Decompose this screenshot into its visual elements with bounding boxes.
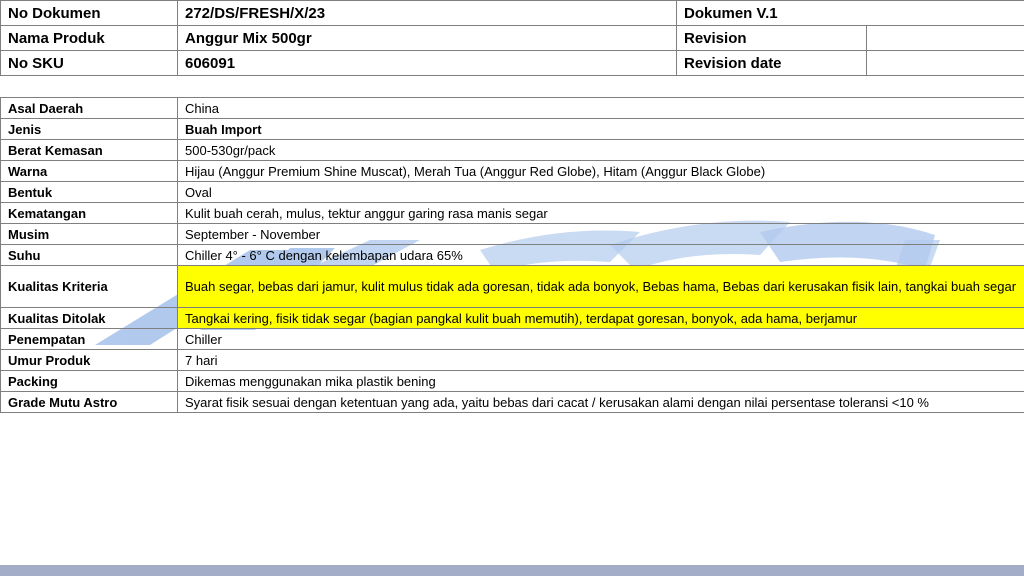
spec-label: Packing bbox=[0, 370, 178, 392]
sku-value: 606091 bbox=[177, 50, 677, 76]
spec-label: Suhu bbox=[0, 244, 178, 266]
header-row-sku: No SKU 606091 Revision date bbox=[0, 50, 1024, 76]
spec-row-weight: Berat Kemasan 500-530gr/pack bbox=[0, 139, 1024, 161]
spec-row-ripeness: Kematangan Kulit buah cerah, mulus, tekt… bbox=[0, 202, 1024, 224]
spec-value: September - November bbox=[177, 223, 1024, 245]
spec-value: Chiller bbox=[177, 328, 1024, 350]
spec-row-shape: Bentuk Oval bbox=[0, 181, 1024, 203]
spec-row-placement: Penempatan Chiller bbox=[0, 328, 1024, 350]
spec-label: Penempatan bbox=[0, 328, 178, 350]
doc-version: Dokumen V.1 bbox=[676, 0, 1024, 26]
spec-row-quality-grade: Grade Mutu Astro Syarat fisik sesuai den… bbox=[0, 391, 1024, 413]
revision-label: Revision bbox=[676, 25, 867, 51]
spec-label: Berat Kemasan bbox=[0, 139, 178, 161]
spec-row-quality-rejected: Kualitas Ditolak Tangkai kering, fisik t… bbox=[0, 307, 1024, 329]
spec-row-color: Warna Hijau (Anggur Premium Shine Muscat… bbox=[0, 160, 1024, 182]
footer-bar bbox=[0, 565, 1024, 576]
revision-date-value bbox=[866, 50, 1024, 76]
spec-label: Kualitas Ditolak bbox=[0, 307, 178, 329]
spec-label: Grade Mutu Astro bbox=[0, 391, 178, 413]
spec-value: 500-530gr/pack bbox=[177, 139, 1024, 161]
revision-value bbox=[866, 25, 1024, 51]
spec-value: China bbox=[177, 97, 1024, 119]
spec-row-shelf-life: Umur Produk 7 hari bbox=[0, 349, 1024, 371]
spec-row-quality-criteria: Kualitas Kriteria Buah segar, bebas dari… bbox=[0, 265, 1024, 308]
spec-value: Hijau (Anggur Premium Shine Muscat), Mer… bbox=[177, 160, 1024, 182]
spec-label: Warna bbox=[0, 160, 178, 182]
spec-row-type: Jenis Buah Import bbox=[0, 118, 1024, 140]
revision-date-label: Revision date bbox=[676, 50, 867, 76]
spec-row-temperature: Suhu Chiller 4° - 6° C dengan kelembapan… bbox=[0, 244, 1024, 266]
spec-value: Chiller 4° - 6° C dengan kelembapan udar… bbox=[177, 244, 1024, 266]
spec-label: Umur Produk bbox=[0, 349, 178, 371]
spec-label: Kematangan bbox=[0, 202, 178, 224]
document-header-table: No Dokumen 272/DS/FRESH/X/23 Dokumen V.1… bbox=[0, 0, 1024, 76]
spec-label: Bentuk bbox=[0, 181, 178, 203]
header-row-document: No Dokumen 272/DS/FRESH/X/23 Dokumen V.1 bbox=[0, 0, 1024, 26]
spec-label: Musim bbox=[0, 223, 178, 245]
spec-value: Oval bbox=[177, 181, 1024, 203]
sku-label: No SKU bbox=[0, 50, 178, 76]
spec-row-origin: Asal Daerah China bbox=[0, 97, 1024, 119]
spec-value: Buah Import bbox=[177, 118, 1024, 140]
spec-value-highlighted: Tangkai kering, fisik tidak segar (bagia… bbox=[177, 307, 1024, 329]
spec-label: Asal Daerah bbox=[0, 97, 178, 119]
doc-no-value: 272/DS/FRESH/X/23 bbox=[177, 0, 677, 26]
spec-value: Dikemas menggunakan mika plastik bening bbox=[177, 370, 1024, 392]
product-label: Nama Produk bbox=[0, 25, 178, 51]
spec-value: Syarat fisik sesuai dengan ketentuan yan… bbox=[177, 391, 1024, 413]
doc-no-label: No Dokumen bbox=[0, 0, 178, 26]
spec-row-season: Musim September - November bbox=[0, 223, 1024, 245]
spec-label: Jenis bbox=[0, 118, 178, 140]
spec-row-packing: Packing Dikemas menggunakan mika plastik… bbox=[0, 370, 1024, 392]
spec-value-highlighted: Buah segar, bebas dari jamur, kulit mulu… bbox=[177, 265, 1024, 308]
product-value: Anggur Mix 500gr bbox=[177, 25, 677, 51]
spec-value: 7 hari bbox=[177, 349, 1024, 371]
spec-value: Kulit buah cerah, mulus, tektur anggur g… bbox=[177, 202, 1024, 224]
header-row-product: Nama Produk Anggur Mix 500gr Revision bbox=[0, 25, 1024, 51]
spec-label: Kualitas Kriteria bbox=[0, 265, 178, 308]
product-spec-table: Asal Daerah China Jenis Buah Import Bera… bbox=[0, 97, 1024, 413]
